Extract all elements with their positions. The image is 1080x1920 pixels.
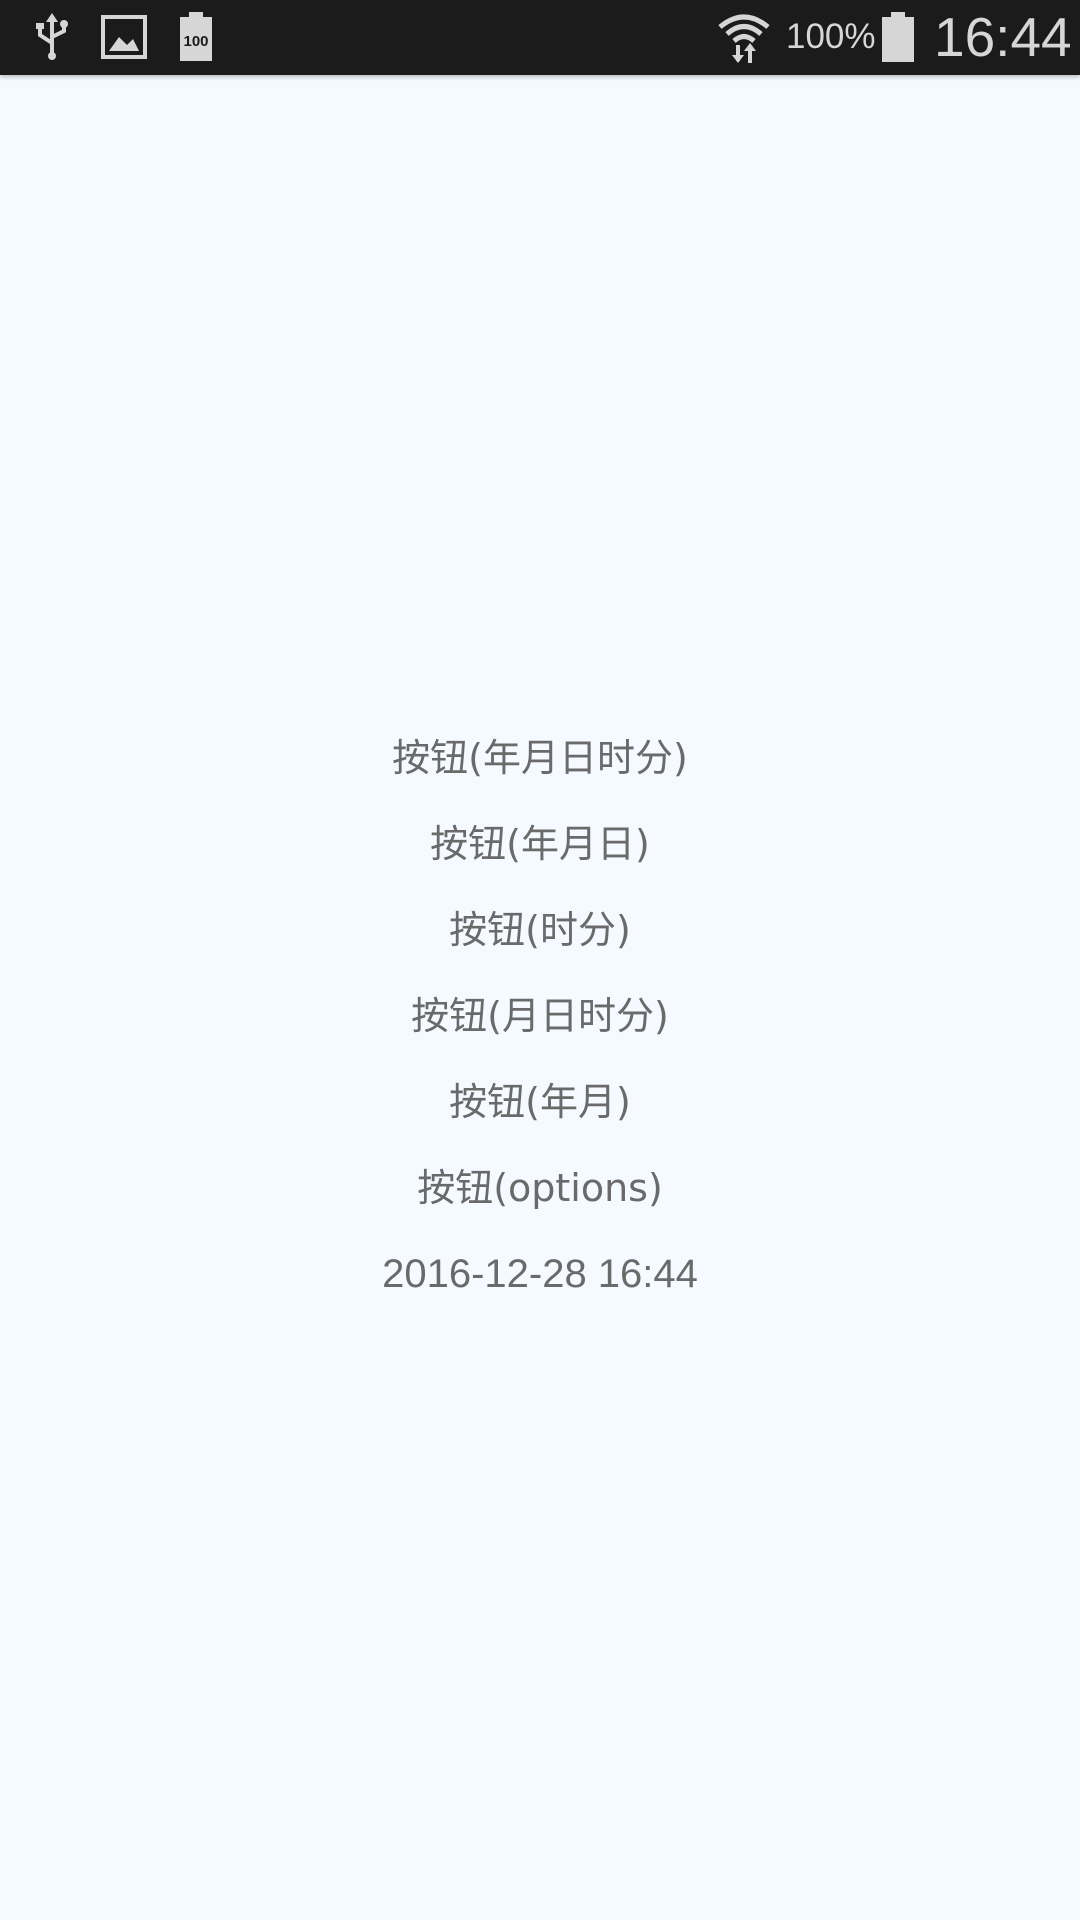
- options-button[interactable]: 按钮(options): [397, 1145, 683, 1231]
- battery-icon: [880, 12, 916, 62]
- datetime-ymd-button[interactable]: 按钮(年月日): [410, 801, 670, 887]
- datetime-hm-button[interactable]: 按钮(时分): [429, 887, 651, 973]
- button-list: 按钮(年月日时分) 按钮(年月日) 按钮(时分) 按钮(月日时分) 按钮(年月)…: [0, 715, 1080, 1317]
- datetime-ym-button[interactable]: 按钮(年月): [429, 1059, 651, 1145]
- datetime-ymdhm-button[interactable]: 按钮(年月日时分): [372, 715, 708, 801]
- wifi-icon: [716, 12, 772, 63]
- main-content: 按钮(年月日时分) 按钮(年月日) 按钮(时分) 按钮(月日时分) 按钮(年月)…: [0, 75, 1080, 1920]
- usb-icon: [32, 12, 72, 62]
- battery-percent: 100%: [786, 17, 876, 56]
- status-time: 16:44: [934, 6, 1072, 68]
- image-icon: [100, 12, 148, 62]
- svg-text:100: 100: [183, 33, 208, 50]
- status-bar: 100 100% 16:44: [0, 0, 1080, 75]
- datetime-mdhm-button[interactable]: 按钮(月日时分): [391, 973, 689, 1059]
- selected-datetime-text: 2016-12-28 16:44: [382, 1252, 698, 1296]
- battery-saver-icon: 100: [178, 12, 214, 62]
